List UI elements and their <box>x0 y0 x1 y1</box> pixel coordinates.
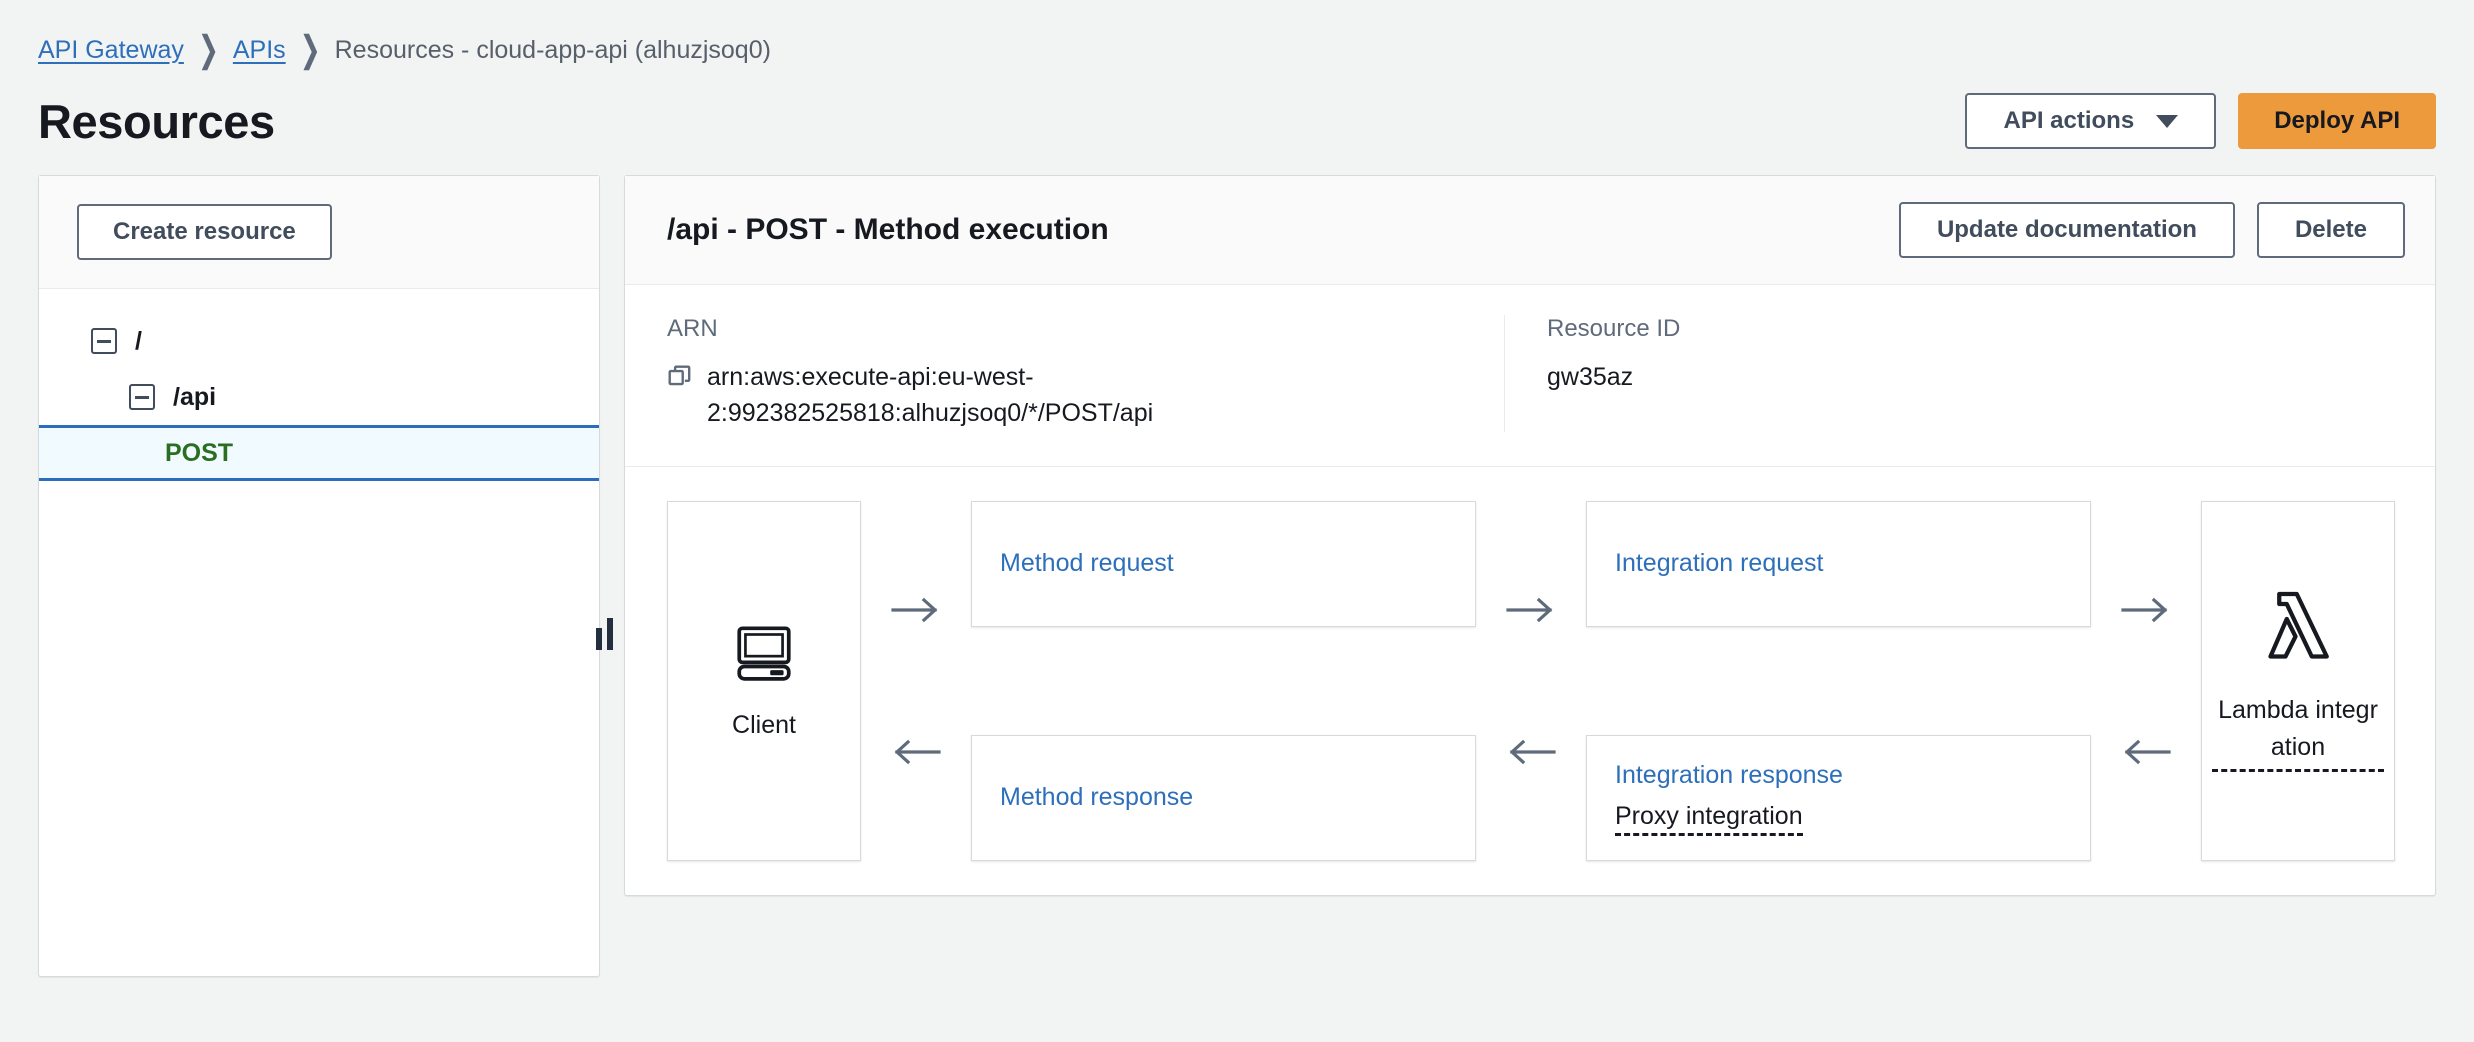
tree-item-label: POST <box>165 438 234 467</box>
sidebar-resize-handle[interactable] <box>596 616 613 650</box>
resize-grip-bar <box>596 628 602 650</box>
desktop-computer-icon <box>731 618 797 689</box>
integration-response-box[interactable]: Integration response Proxy integration <box>1586 734 2091 861</box>
tree-item-label: / <box>135 326 142 355</box>
integration-request-link[interactable]: Integration request <box>1615 547 2062 581</box>
arrow-column-integration <box>2091 501 2201 861</box>
lambda-icon <box>2259 589 2337 674</box>
method-response-link[interactable]: Method response <box>1000 781 1447 815</box>
deploy-api-button[interactable]: Deploy API <box>2238 93 2436 149</box>
proxy-integration-note[interactable]: Proxy integration <box>1615 802 1803 837</box>
breadcrumb-separator-icon: ❯ <box>299 29 321 71</box>
arrow-right-icon <box>1476 539 1586 681</box>
api-actions-label: API actions <box>2003 107 2135 134</box>
tree-item-api[interactable]: /api <box>39 369 599 425</box>
arrow-left-icon <box>1476 681 1586 823</box>
tree-item-root[interactable]: / <box>39 313 599 369</box>
arn-value-row: arn:aws:execute-api:eu-west-2:9923825258… <box>667 359 1462 432</box>
arrow-column-method <box>1476 501 1586 861</box>
main-layout: Create resource / /api POST /api - POST … <box>0 149 2474 977</box>
method-metadata: ARN arn:aws:execute-api:eu-west-2:992382… <box>625 285 2435 467</box>
arrow-right-icon <box>2091 539 2201 681</box>
resource-id-field: Resource ID gw35az <box>1505 315 2435 432</box>
arn-value: arn:aws:execute-api:eu-west-2:9923825258… <box>707 363 1154 428</box>
resize-grip-bar <box>607 618 613 650</box>
lambda-integration-node: Lambda integration <box>2201 500 2395 861</box>
delete-button[interactable]: Delete <box>2256 202 2405 258</box>
arrow-right-icon <box>861 539 971 681</box>
breadcrumb-separator-icon: ❯ <box>197 29 219 71</box>
breadcrumb-current-resources: Resources - cloud-app-api (alhuzjsoq0) <box>334 36 771 64</box>
resources-sidebar: Create resource / /api POST <box>38 175 613 977</box>
page-title: Resources <box>38 94 275 148</box>
method-column: Method request Method response <box>971 500 1476 861</box>
update-documentation-button[interactable]: Update documentation <box>1898 202 2235 258</box>
page-header: Resources API actions Deploy API <box>0 65 2474 149</box>
method-request-box[interactable]: Method request <box>971 500 1476 627</box>
panel-title: /api - POST - Method execution <box>667 213 1109 246</box>
resource-tree: / /api POST <box>39 313 599 481</box>
chevron-down-icon <box>2156 114 2179 128</box>
panel-actions: Update documentation Delete <box>1898 202 2405 258</box>
method-response-box[interactable]: Method response <box>971 734 1476 861</box>
breadcrumb: API Gateway ❯ APIs ❯ Resources - cloud-a… <box>0 0 2474 71</box>
copy-icon[interactable] <box>667 364 693 395</box>
collapse-minus-icon[interactable] <box>129 384 155 410</box>
client-node: Client <box>667 500 861 861</box>
create-resource-button[interactable]: Create resource <box>77 204 332 260</box>
integration-column: Integration request Integration response… <box>1586 500 2091 861</box>
sidebar-header: Create resource <box>39 176 599 289</box>
arn-label: ARN <box>667 315 718 342</box>
api-actions-button[interactable]: API actions <box>1965 93 2217 149</box>
page-header-actions: API actions Deploy API <box>1965 93 2436 149</box>
breadcrumb-link-api-gateway[interactable]: API Gateway <box>38 36 184 65</box>
arrow-left-icon <box>861 681 971 823</box>
arrow-column-client <box>861 501 971 861</box>
tree-item-label: /api <box>173 382 217 411</box>
arn-field: ARN arn:aws:execute-api:eu-west-2:992382… <box>625 315 1505 432</box>
resource-id-label: Resource ID <box>1547 315 1681 342</box>
method-request-link[interactable]: Method request <box>1000 547 1447 581</box>
lambda-integration-label[interactable]: Lambda integration <box>2212 692 2384 772</box>
resource-id-value: gw35az <box>1547 363 1634 391</box>
collapse-minus-icon[interactable] <box>91 328 117 354</box>
breadcrumb-link-apis[interactable]: APIs <box>233 36 286 65</box>
method-execution-flow-diagram: Client Method request Method response In… <box>625 467 2435 895</box>
panel-header: /api - POST - Method execution Update do… <box>625 176 2435 285</box>
tree-item-post-method[interactable]: POST <box>39 425 599 481</box>
integration-request-box[interactable]: Integration request <box>1586 500 2091 627</box>
arrow-left-icon <box>2091 681 2201 823</box>
method-execution-panel: /api - POST - Method execution Update do… <box>624 175 2436 896</box>
integration-response-link[interactable]: Integration response <box>1615 759 2062 793</box>
client-label: Client <box>732 710 796 739</box>
